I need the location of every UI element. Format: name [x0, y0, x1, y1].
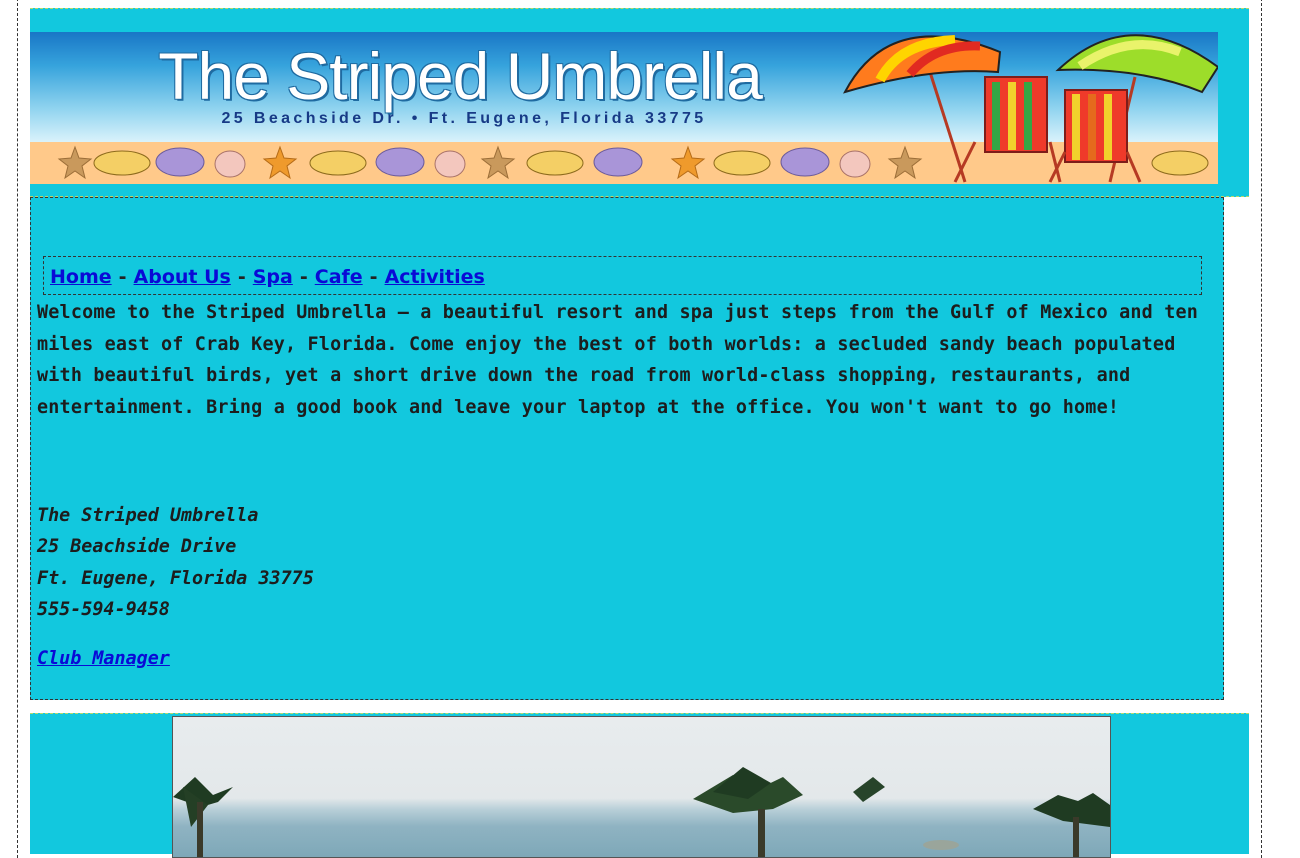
nav-separator: - — [369, 266, 378, 288]
nav-link-activities[interactable]: Activities — [385, 266, 485, 288]
nav-link-about-us[interactable]: About Us — [134, 266, 231, 288]
contact-street: 25 Beachside Drive — [37, 536, 237, 558]
nav-separator: - — [237, 266, 246, 288]
banner-section: The Striped Umbrella 25 Beachside Dr. • … — [30, 8, 1249, 197]
main-content: Home - About Us - Spa - Cafe - Activities Welcom… — [30, 197, 1224, 700]
contact-city: Ft. Eugene, Florida 33775 — [37, 567, 314, 589]
contact-name: The Striped Umbrella — [37, 505, 259, 526]
nav-bar: Home - About Us - Spa - Cafe - Activities — [43, 256, 1202, 295]
contact-address: The Striped Umbrella 25 Beachside Drive … — [37, 500, 314, 625]
club-manager-email-link[interactable]: Club Manager — [37, 648, 170, 669]
site-title: The Striped Umbrella — [158, 39, 763, 113]
beach-photo — [172, 716, 1111, 858]
nav-link-home[interactable]: Home — [50, 266, 112, 288]
photo-section — [30, 713, 1249, 858]
nav-separator: - — [118, 266, 127, 288]
banner-image: The Striped Umbrella 25 Beachside Dr. • … — [30, 32, 1218, 184]
contact-phone: 555-594-9458 — [37, 598, 170, 620]
nav-link-cafe[interactable]: Cafe — [315, 266, 363, 288]
site-address: 25 Beachside Dr. • Ft. Eugene, Florida 3… — [221, 110, 707, 127]
palm-trees-graphic — [173, 767, 1110, 857]
nav-separator: - — [299, 266, 308, 288]
nav-link-spa[interactable]: Spa — [253, 266, 293, 288]
welcome-paragraph: Welcome to the Striped Umbrella — a beau… — [37, 302, 1199, 418]
